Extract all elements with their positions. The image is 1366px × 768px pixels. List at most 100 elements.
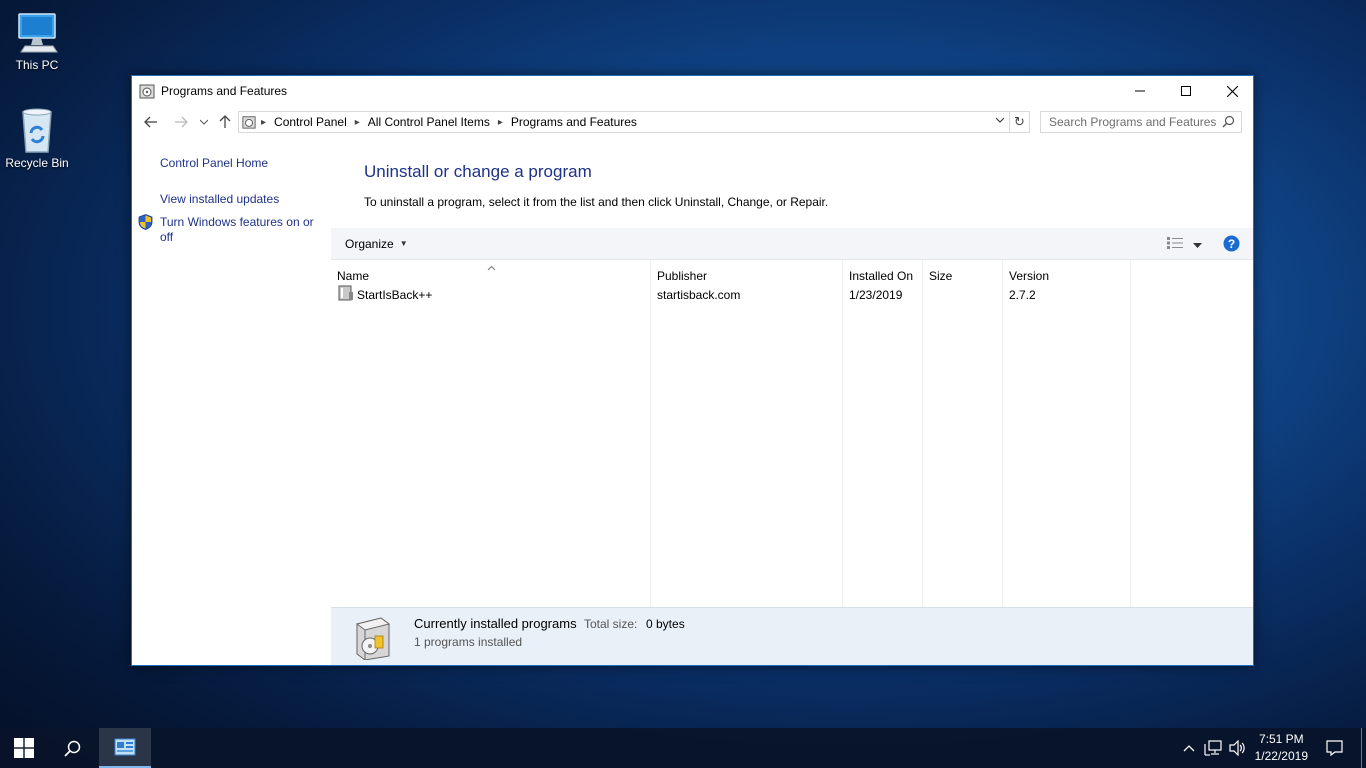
- view-options-button[interactable]: [1193, 238, 1202, 252]
- minimize-button[interactable]: [1117, 76, 1163, 106]
- cell-installed-on: 1/23/2019: [849, 288, 903, 302]
- network-icon: [1204, 740, 1222, 756]
- chevron-down-icon: [995, 117, 1005, 123]
- recycle-bin-icon: [13, 106, 61, 154]
- breadcrumb-programs-features[interactable]: Programs and Features: [511, 115, 637, 129]
- help-button[interactable]: ?: [1223, 235, 1240, 255]
- breadcrumb-separator[interactable]: ▸: [355, 117, 360, 128]
- refresh-icon: ↻: [1014, 114, 1025, 129]
- desktop-icon-recycle-bin[interactable]: Recycle Bin: [0, 106, 74, 170]
- notification-icon: [1325, 740, 1343, 756]
- show-desktop-button[interactable]: [1361, 728, 1362, 768]
- taskbar: 7:51 PM 1/22/2019: [0, 728, 1366, 768]
- task-pane: Control Panel Home View installed update…: [132, 138, 331, 665]
- desktop-icon-label: Recycle Bin: [5, 156, 69, 170]
- minimize-icon: [1135, 90, 1145, 92]
- program-icon: [338, 285, 354, 304]
- sort-ascending-icon: [487, 260, 496, 274]
- organize-label: Organize: [345, 236, 394, 251]
- command-bar: Organize ▼ ?: [331, 228, 1253, 260]
- caret-down-icon: [1193, 243, 1202, 248]
- uac-shield-icon: [138, 214, 153, 233]
- taskbar-clock[interactable]: 7:51 PM 1/22/2019: [1255, 731, 1308, 765]
- programs-and-features-window: Programs and Features ▸ Control Panel ▸ …: [131, 75, 1254, 666]
- cell-version: 2.7.2: [1009, 288, 1036, 302]
- back-arrow-icon: [144, 116, 157, 128]
- chevron-up-icon: [1183, 745, 1195, 752]
- column-divider: [1002, 260, 1003, 608]
- details-title: Currently installed programs: [414, 616, 577, 631]
- main-content: Uninstall or change a program To uninsta…: [331, 138, 1253, 665]
- breadcrumb-control-panel[interactable]: Control Panel: [274, 115, 347, 129]
- column-header-size[interactable]: Size: [929, 269, 952, 283]
- maximize-button[interactable]: [1163, 76, 1209, 106]
- programs-features-icon: [139, 83, 155, 99]
- column-divider: [650, 260, 651, 608]
- column-divider: [922, 260, 923, 608]
- help-icon: ?: [1223, 235, 1240, 252]
- column-header-version[interactable]: Version: [1009, 269, 1049, 283]
- clock-date: 1/22/2019: [1254, 749, 1308, 763]
- caret-down-icon: ▼: [399, 239, 408, 248]
- total-size-value: 0 bytes: [646, 617, 685, 631]
- volume-button[interactable]: [1226, 728, 1250, 768]
- desktop-icon-this-pc[interactable]: This PC: [0, 8, 74, 72]
- breadcrumb-separator: ▸: [261, 116, 267, 128]
- search-box[interactable]: Search Programs and Features: [1040, 111, 1242, 133]
- column-header-publisher[interactable]: Publisher: [657, 269, 707, 283]
- breadcrumb-separator[interactable]: ▸: [498, 117, 503, 128]
- start-button[interactable]: [0, 728, 48, 768]
- close-icon: [1226, 85, 1238, 97]
- details-view-icon: [1167, 237, 1183, 249]
- control-panel-icon: [242, 115, 256, 129]
- control-panel-home-link[interactable]: Control Panel Home: [160, 156, 268, 171]
- search-icon: [63, 740, 80, 757]
- column-divider: [842, 260, 843, 608]
- address-bar[interactable]: ▸ Control Panel ▸ All Control Panel Item…: [238, 111, 1010, 133]
- taskbar-control-panel-app[interactable]: [99, 728, 151, 768]
- organize-button[interactable]: Organize ▼: [345, 237, 408, 251]
- forward-button[interactable]: [170, 111, 192, 133]
- cell-name: StartIsBack++: [357, 288, 433, 302]
- page-title: Uninstall or change a program: [364, 162, 592, 181]
- breadcrumb-all-items[interactable]: All Control Panel Items: [368, 115, 490, 129]
- title-bar[interactable]: Programs and Features: [132, 76, 1253, 106]
- action-center-button[interactable]: [1318, 728, 1350, 768]
- up-button[interactable]: [214, 111, 236, 133]
- search-icon: [1222, 115, 1235, 131]
- close-button[interactable]: [1209, 76, 1255, 106]
- desktop-icon-label: This PC: [15, 58, 59, 72]
- windows-logo-icon: [14, 738, 34, 758]
- search-placeholder: Search Programs and Features: [1049, 115, 1217, 129]
- navigation-bar: ▸ Control Panel ▸ All Control Panel Item…: [132, 106, 1253, 138]
- change-view-button[interactable]: [1167, 237, 1183, 249]
- maximize-icon: [1181, 86, 1191, 96]
- total-size-label: Total size:: [584, 617, 638, 631]
- view-installed-updates-link[interactable]: View installed updates: [160, 192, 279, 207]
- column-header-name[interactable]: Name: [337, 269, 369, 283]
- speaker-icon: [1229, 740, 1245, 756]
- network-button[interactable]: [1201, 728, 1225, 768]
- search-button[interactable]: [48, 728, 96, 768]
- address-dropdown-button[interactable]: [995, 117, 1005, 124]
- column-divider: [1130, 260, 1131, 608]
- windows-features-link[interactable]: Turn Windows features on or off: [160, 215, 320, 245]
- column-header-installed-on[interactable]: Installed On: [849, 269, 913, 283]
- window-title: Programs and Features: [161, 84, 288, 98]
- program-list: Name Publisher Installed On Size Version…: [331, 260, 1253, 608]
- refresh-button[interactable]: ↻: [1010, 111, 1030, 133]
- svg-text:?: ?: [1228, 237, 1235, 251]
- programs-count: 1 programs installed: [414, 635, 523, 649]
- forward-arrow-icon: [175, 116, 188, 128]
- up-arrow-icon: [219, 115, 231, 128]
- chevron-down-icon: [200, 119, 208, 125]
- computer-icon: [13, 8, 61, 56]
- show-hidden-icons-button[interactable]: [1178, 728, 1200, 768]
- control-panel-icon: [114, 738, 136, 756]
- recent-locations-button[interactable]: [193, 111, 215, 133]
- details-pane: Currently installed programs Total size:…: [331, 607, 1253, 665]
- clock-time: 7:51 PM: [1258, 732, 1304, 746]
- cell-publisher: startisback.com: [657, 288, 741, 302]
- page-description: To uninstall a program, select it from t…: [364, 195, 829, 209]
- back-button[interactable]: [140, 111, 162, 133]
